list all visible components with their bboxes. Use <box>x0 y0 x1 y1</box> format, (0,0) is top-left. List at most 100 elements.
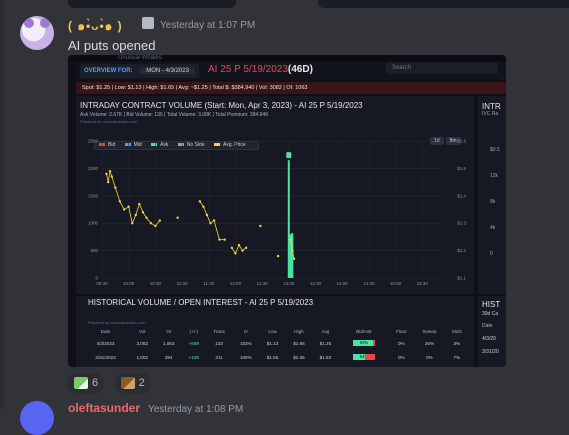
col-bid-ask: Bid/Ask <box>356 329 372 334</box>
channel-gutter <box>0 0 4 409</box>
avg-price-point <box>108 169 112 173</box>
col-sweep: Sweep <box>422 329 437 334</box>
col-low: Low <box>268 329 277 334</box>
cell-avg: $1.83 <box>319 354 332 360</box>
cell-high: $1.65 <box>293 340 305 346</box>
x-tick: 14:30 <box>363 281 375 286</box>
next-message-timestamp: Yesterday at 1:08 PM <box>148 404 244 415</box>
avg-price-point <box>209 222 212 225</box>
cell-low: $1.13 <box>266 340 279 346</box>
avg-price-point <box>237 243 241 247</box>
avg-price-point <box>105 172 108 176</box>
bear-money-icon <box>120 377 135 390</box>
cell-date: 3/31/2023 <box>95 354 116 360</box>
avg-price-point <box>114 186 117 189</box>
avatar-ear <box>40 18 50 28</box>
reactions-bar: 6 2 <box>68 373 157 393</box>
x-tick: 15:00 <box>390 281 402 286</box>
reaction-count: 2 <box>138 377 145 389</box>
y-tick-right: $1.6 <box>457 139 466 144</box>
hist-right-panel: HIST 30d Ca Date 4/3/20 3/31/20 <box>478 296 506 367</box>
message-username[interactable]: ( ๑•̀ᴗ•̀๑ ) <box>68 17 123 36</box>
col-vol: Vol <box>139 329 146 334</box>
avg-price-point <box>154 224 157 228</box>
message-timestamp: Yesterday at 1:07 PM <box>160 20 256 31</box>
cell-sweep: 0% <box>426 354 433 360</box>
y-tick-left: 0 <box>95 276 98 281</box>
cell-sweep: 26% <box>424 340 435 346</box>
cell-iv: 109% <box>239 354 252 360</box>
avg-price-point <box>131 222 134 225</box>
y-tick-left: 1000 <box>88 221 99 226</box>
y-tick-left: 2500 <box>88 139 99 144</box>
x-tick: 13:00 <box>283 281 295 286</box>
avg-price-point <box>212 219 216 222</box>
hist-right-sub: 30d Ca <box>482 311 499 317</box>
avg-price-point <box>291 249 294 252</box>
avg-price-point <box>123 208 126 211</box>
avg-price-segment <box>235 244 240 254</box>
historical-credit: Powered by unusualwhales.com <box>88 320 146 325</box>
avg-price-point <box>118 200 121 203</box>
cell-avg: $1.25 <box>319 340 332 346</box>
bid-fill <box>364 354 375 360</box>
cell-iv: 103% <box>239 340 252 346</box>
y-tick-right: $1.1 <box>457 276 466 281</box>
cell-change: +669 <box>188 340 199 346</box>
avg-price-point <box>230 246 234 250</box>
avg-price-segment <box>128 206 133 224</box>
y-tick-right: $1.3 <box>457 221 466 226</box>
next-message-username[interactable]: oleftasunder <box>68 401 140 415</box>
historical-table: Date Vol OI (+/-) Trans IV Low High Avg … <box>82 327 468 364</box>
avatar[interactable] <box>20 16 54 50</box>
previous-embed-left <box>68 0 236 8</box>
avg-price-segment <box>131 214 137 224</box>
avg-price-point <box>289 238 292 241</box>
avg-price-segment <box>114 187 121 202</box>
avg-price-point <box>138 202 141 206</box>
x-tick: 14:00 <box>337 281 349 286</box>
cell-high: $2.35 <box>293 354 305 360</box>
col-avg: Avg <box>321 329 330 334</box>
cell-low: $1.55 <box>266 354 279 360</box>
avg-price-point <box>198 200 202 203</box>
avg-price-segment <box>107 171 111 183</box>
cell-multi: 3% <box>453 340 461 346</box>
cell-date: 4/3/2023 <box>96 340 115 346</box>
avg-price-point <box>205 213 209 217</box>
next-message-avatar[interactable] <box>20 401 54 435</box>
avg-price-point <box>292 257 296 261</box>
x-tick: 11:00 <box>177 281 188 286</box>
hist-right-row: 3/31/20 <box>482 349 499 355</box>
cell-oi: 1,063 <box>162 340 175 346</box>
reaction-bear-money[interactable]: 2 <box>114 373 151 393</box>
avatar-ear <box>24 18 34 28</box>
hist-right-title: HIST <box>482 300 501 309</box>
cell-multi: 7% <box>453 354 461 360</box>
cell-trans: 133 <box>215 340 223 346</box>
previous-message-embeds <box>0 0 569 10</box>
y-tick-left: 2000 <box>88 166 99 171</box>
previous-embed-right <box>318 0 569 8</box>
ask-pct: 93% <box>359 340 369 345</box>
ask-bar <box>287 160 290 278</box>
table-row: 3/31/2023 1,002 394 +108 211 109% $1.55 … <box>82 350 468 364</box>
message-text: AI puts opened <box>68 38 156 53</box>
avg-price-point <box>241 249 244 252</box>
y-tick-left: 500 <box>90 248 98 253</box>
reaction-money-with-wings[interactable]: 6 <box>68 373 105 393</box>
col-multi: Multi <box>451 329 462 334</box>
avg-price-segment <box>138 203 144 213</box>
avg-price-point <box>110 175 113 178</box>
embed-image[interactable]: Unusual Whales OVERVIEW FOR: MON - 4/3/2… <box>68 55 506 367</box>
avg-price-point <box>134 213 137 217</box>
role-icon <box>142 17 154 29</box>
bid-ask-bar: 93% <box>352 340 375 346</box>
avg-price-segment <box>203 206 208 216</box>
col-oi: OI <box>166 329 172 334</box>
table-header-row: Date Vol OI (+/-) Trans IV Low High Avg … <box>82 327 468 336</box>
avg-price-segment <box>106 173 109 183</box>
col-date: Date <box>100 329 111 334</box>
x-tick: 10:00 <box>123 281 135 286</box>
y-tick-right: $1.4 <box>457 193 466 198</box>
